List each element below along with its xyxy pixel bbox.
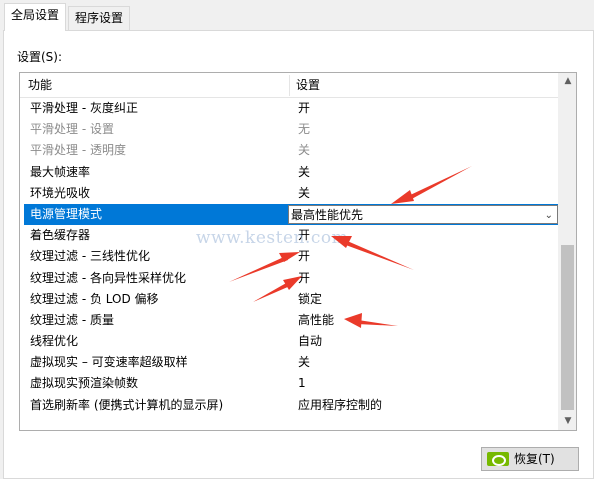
row-setting: 关 <box>298 185 311 200</box>
row-feature: 最大帧速率 <box>30 164 91 179</box>
row-feature: 环境光吸收 <box>30 185 91 200</box>
table-rows: 平滑处理 - 灰度纠正 开 平滑处理 - 设置 无 平滑处理 - 透明度 关 最… <box>24 98 558 416</box>
row-setting: 应用程序控制的 <box>298 397 383 412</box>
row-feature: 纹理过滤 - 三线性优化 <box>30 249 150 264</box>
settings-label: 设置(S): <box>17 50 63 64</box>
row-feature: 虚拟现实预渲染帧数 <box>30 376 139 391</box>
scroll-up-arrow-icon[interactable]: ▲ <box>559 73 576 90</box>
header-setting[interactable]: 设置 <box>296 73 320 98</box>
table-row[interactable]: 平滑处理 - 透明度 关 <box>24 140 558 161</box>
nvidia-control-panel: 全局设置 程序设置 设置(S): 功能 设置 平滑处理 - 灰度纠正 开 平滑处… <box>0 0 594 479</box>
row-feature: 平滑处理 - 灰度纠正 <box>30 101 138 115</box>
row-setting: 开 <box>298 270 311 285</box>
table-row[interactable]: 虚拟现实预渲染帧数 1 <box>24 373 558 394</box>
row-setting: 关 <box>298 355 311 370</box>
dropdown-value: 最高性能优先 <box>291 207 364 222</box>
header-feature[interactable]: 功能 <box>28 73 52 98</box>
row-setting: 高性能 <box>298 312 335 327</box>
table-row[interactable]: 最大帧速率 关 <box>24 162 558 183</box>
row-feature: 线程优化 <box>30 334 79 349</box>
row-feature: 首选刷新率 (便携式计算机的显示屏) <box>30 397 224 412</box>
table-row[interactable]: 线程优化 自动 <box>24 331 558 352</box>
table-row[interactable]: 虚拟现实 – 可变速率超级取样 关 <box>24 352 558 373</box>
row-setting: 开 <box>298 101 311 115</box>
table-row[interactable]: 着色缓存器 开 <box>24 225 558 246</box>
table-row-selected[interactable]: 电源管理模式 最高性能优先 ⌄ <box>24 203 558 226</box>
row-feature: 纹理过滤 - 负 LOD 偏移 <box>30 291 159 306</box>
row-setting: 自动 <box>298 334 323 349</box>
scrollbar-thumb[interactable] <box>561 245 574 410</box>
row-setting: 无 <box>298 122 311 137</box>
restore-button[interactable]: 恢复(T) <box>481 447 579 471</box>
row-feature: 着色缓存器 <box>30 228 91 243</box>
row-feature: 纹理过滤 - 质量 <box>30 312 114 327</box>
chevron-down-icon[interactable]: ⌄ <box>545 206 553 225</box>
table-header: 功能 设置 <box>20 73 558 98</box>
table-row[interactable]: 平滑处理 - 灰度纠正 开 <box>24 98 558 119</box>
row-setting: 锁定 <box>298 291 323 306</box>
header-separator[interactable] <box>289 75 290 96</box>
row-setting: 1 <box>298 376 306 391</box>
scroll-down-arrow-icon[interactable]: ▼ <box>559 413 576 430</box>
settings-table: 功能 设置 平滑处理 - 灰度纠正 开 平滑处理 - 设置 无 平滑处理 - 透… <box>19 72 577 431</box>
row-setting: 开 <box>298 249 311 264</box>
nvidia-logo-icon <box>487 452 509 466</box>
row-setting: 开 <box>298 228 311 243</box>
tab-global-settings[interactable]: 全局设置 <box>4 3 67 31</box>
tab-bar: 全局设置 程序设置 <box>0 0 594 31</box>
table-row[interactable]: 纹理过滤 - 质量 高性能 <box>24 310 558 331</box>
table-row[interactable]: 平滑处理 - 设置 无 <box>24 119 558 140</box>
table-row[interactable]: 纹理过滤 - 各向异性采样优化 开 <box>24 268 558 289</box>
row-feature: 平滑处理 - 设置 <box>30 122 114 137</box>
table-row[interactable]: 纹理过滤 - 三线性优化 开 <box>24 246 558 267</box>
vertical-scrollbar[interactable]: ▲ ▼ <box>558 73 576 430</box>
table-row[interactable]: 纹理过滤 - 负 LOD 偏移 锁定 <box>24 289 558 310</box>
row-setting: 关 <box>298 143 311 158</box>
table-row[interactable]: 首选刷新率 (便携式计算机的显示屏) 应用程序控制的 <box>24 395 558 416</box>
row-feature: 纹理过滤 - 各向异性采样优化 <box>30 270 186 285</box>
restore-button-label: 恢复(T) <box>514 452 555 466</box>
power-mode-dropdown[interactable]: 最高性能优先 ⌄ <box>288 204 558 225</box>
tab-program-settings[interactable]: 程序设置 <box>68 6 131 30</box>
row-setting: 关 <box>298 164 311 179</box>
row-feature: 电源管理模式 <box>30 206 103 221</box>
table-row[interactable]: 环境光吸收 关 <box>24 183 558 204</box>
row-feature: 平滑处理 - 透明度 <box>30 143 126 158</box>
row-feature: 虚拟现实 – 可变速率超级取样 <box>30 355 188 370</box>
